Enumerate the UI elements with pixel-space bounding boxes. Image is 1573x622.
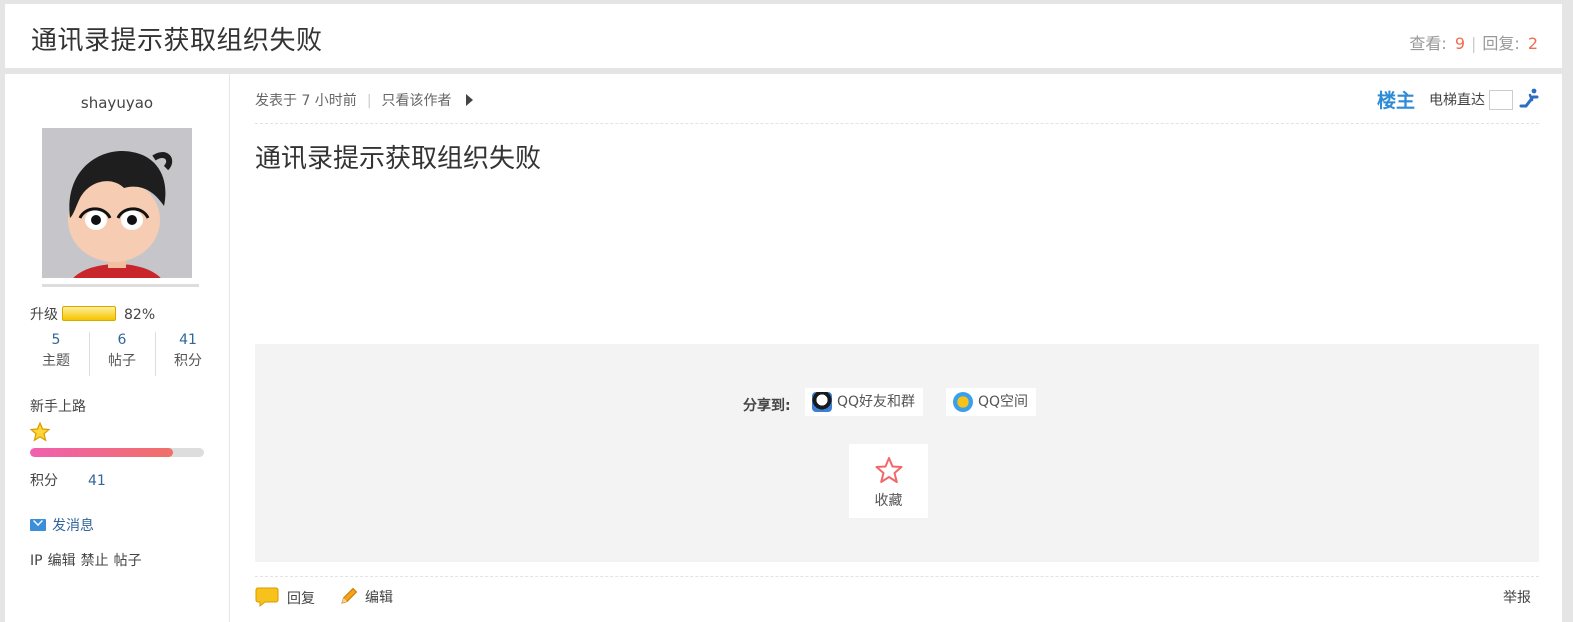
post-meta: 发表于 7 小时前 | 只看该作者 楼主 电梯直达 bbox=[255, 88, 1539, 116]
credit-progress-fill bbox=[30, 448, 173, 457]
stat-label: 积分 bbox=[174, 353, 202, 369]
upgrade-label: 升级 bbox=[30, 307, 58, 323]
post-time: 发表于 7 小时前 bbox=[255, 93, 357, 109]
stat-value: 5 bbox=[51, 332, 61, 348]
floor-nav: 楼主 电梯直达 bbox=[1377, 86, 1539, 114]
avatar-divider bbox=[42, 284, 199, 287]
floor-label[interactable]: 楼主 bbox=[1377, 90, 1415, 112]
stats-divider: | bbox=[1471, 34, 1477, 53]
stat-label: 主题 bbox=[42, 353, 70, 369]
stat-value: 41 bbox=[179, 332, 197, 348]
user-rank[interactable]: 新手上路 bbox=[30, 396, 86, 416]
post-actions: 回复 编辑 举报 bbox=[255, 586, 1539, 612]
avatar[interactable] bbox=[42, 128, 192, 278]
post-body-title: 通讯录提示获取组织失败 bbox=[255, 144, 542, 174]
share-qzone-label: QQ空间 bbox=[978, 394, 1029, 410]
share-label: 分享到: bbox=[743, 398, 791, 414]
admin-posts-link[interactable]: 帖子 bbox=[114, 553, 142, 569]
star-outline-icon bbox=[849, 456, 928, 488]
report-link[interactable]: 举报 bbox=[1503, 586, 1531, 610]
elevator-label: 电梯直达 bbox=[1429, 92, 1485, 109]
favorite-button[interactable]: 收藏 bbox=[849, 444, 928, 518]
author-sidebar: shayuyao 升级 82% 5 主题 6 帖子 41 积分 新手上路 积分 … bbox=[5, 74, 230, 622]
speech-bubble-icon bbox=[255, 586, 279, 616]
admin-ban-link[interactable]: 禁止 bbox=[81, 553, 109, 569]
author-name[interactable]: shayuyao bbox=[5, 94, 229, 112]
stat-label: 帖子 bbox=[108, 353, 136, 369]
credits-label: 积分 bbox=[30, 473, 58, 489]
edit-label: 编辑 bbox=[365, 590, 393, 606]
reply-label: 回复 bbox=[287, 591, 315, 607]
admin-ip-link[interactable]: IP bbox=[30, 553, 43, 569]
views-count: 9 bbox=[1454, 34, 1466, 53]
share-panel: 分享到: QQ好友和群 QQ空间 收藏 bbox=[255, 344, 1539, 562]
admin-edit-link[interactable]: 编辑 bbox=[48, 553, 76, 569]
play-icon[interactable] bbox=[465, 94, 473, 106]
share-qq-button[interactable]: QQ好友和群 bbox=[805, 388, 924, 416]
star-icon bbox=[29, 421, 51, 447]
credit-progress-bar bbox=[30, 448, 204, 457]
replies-count: 2 bbox=[1527, 34, 1538, 53]
views-label: 查看: bbox=[1409, 34, 1447, 53]
stat-threads[interactable]: 5 主题 bbox=[23, 330, 89, 372]
qq-penguin-icon bbox=[812, 392, 832, 412]
stat-value: 6 bbox=[117, 332, 127, 348]
post-content: 发表于 7 小时前 | 只看该作者 楼主 电梯直达 通讯录提示获取组织失败 分享到: … bbox=[255, 74, 1539, 622]
edit-button[interactable]: 编辑 bbox=[339, 586, 393, 614]
replies-label: 回复: bbox=[1482, 34, 1520, 53]
send-message-label: 发消息 bbox=[52, 518, 94, 534]
upgrade-bar bbox=[62, 306, 116, 321]
upgrade-percent: 82% bbox=[124, 307, 156, 323]
post: shayuyao 升级 82% 5 主题 6 帖子 41 积分 新手上路 积分 … bbox=[5, 74, 1562, 622]
pencil-icon bbox=[339, 586, 359, 614]
credits-row: 积分 41 bbox=[30, 470, 106, 490]
mail-icon bbox=[30, 519, 46, 531]
page: 通讯录提示获取组织失败 查看: 9 | 回复: 2 shayuyao 升级 82… bbox=[5, 4, 1562, 622]
credits-value: 41 bbox=[88, 473, 106, 489]
send-message-link[interactable]: 发消息 bbox=[30, 515, 94, 535]
share-qzone-button[interactable]: QQ空间 bbox=[946, 388, 1037, 416]
reply-button[interactable]: 回复 bbox=[255, 586, 315, 616]
meta-separator bbox=[255, 123, 1539, 124]
favorite-label: 收藏 bbox=[874, 493, 903, 509]
qzone-star-icon bbox=[953, 392, 973, 412]
avatar-image bbox=[42, 128, 192, 278]
stat-credits[interactable]: 41 积分 bbox=[155, 330, 221, 372]
thread-header: 通讯录提示获取组织失败 查看: 9 | 回复: 2 bbox=[5, 4, 1562, 68]
thread-stats: 查看: 9 | 回复: 2 bbox=[1409, 30, 1538, 54]
stat-posts[interactable]: 6 帖子 bbox=[89, 330, 155, 372]
share-qq-label: QQ好友和群 bbox=[837, 394, 916, 410]
escalator-icon[interactable] bbox=[1519, 88, 1539, 112]
upgrade-progress: 升级 82% bbox=[30, 304, 155, 324]
elevator-input[interactable] bbox=[1489, 89, 1513, 110]
user-stats: 5 主题 6 帖子 41 积分 bbox=[20, 330, 220, 376]
author-only-link[interactable]: 只看该作者 bbox=[382, 93, 452, 109]
meta-divider: | bbox=[366, 93, 372, 109]
admin-links: IP 编辑 禁止 帖子 bbox=[30, 550, 147, 570]
thread-title: 通讯录提示获取组织失败 bbox=[31, 26, 323, 56]
actions-separator bbox=[255, 576, 1539, 577]
